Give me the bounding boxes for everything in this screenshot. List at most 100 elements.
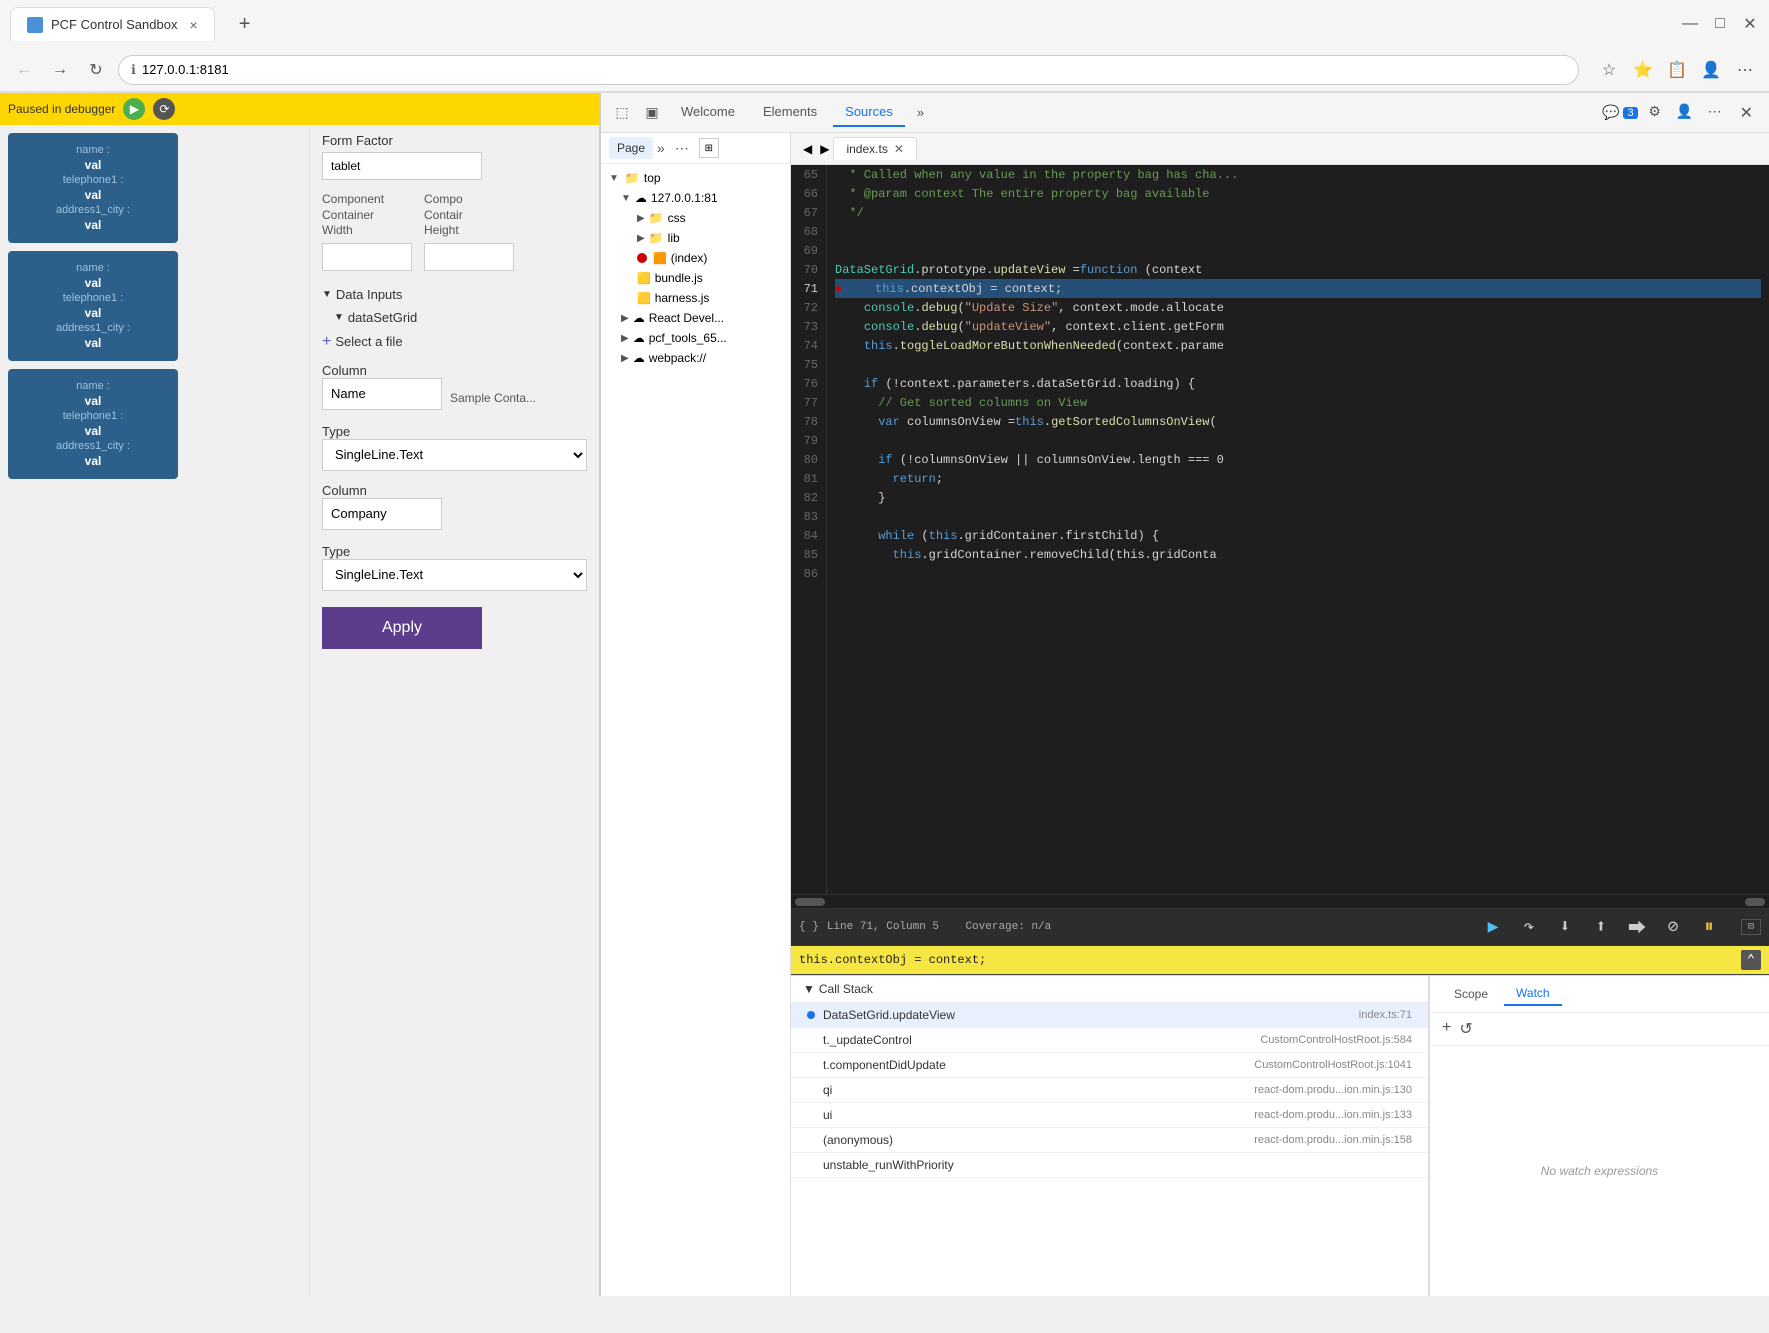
- step-out-button[interactable]: ⬆: [1589, 915, 1613, 939]
- tree-more-button[interactable]: »: [657, 140, 665, 156]
- favorites-button[interactable]: ☆: [1595, 56, 1623, 84]
- stack-item-2[interactable]: t.componentDidUpdate CustomControlHostRo…: [791, 1053, 1428, 1078]
- drawer-button[interactable]: ⊟: [1741, 919, 1761, 935]
- horizontal-scrollbar[interactable]: [791, 894, 1769, 908]
- code-line-78: var columnsOnView = this . getSortedColu…: [835, 412, 1761, 431]
- more-tabs-button[interactable]: »: [909, 99, 932, 126]
- close-tab-button[interactable]: ✕: [894, 142, 904, 156]
- code-lines-area: 65 66 67 68 69 70 71 72 73 74 75 76: [791, 165, 1769, 894]
- container-width-input[interactable]: [322, 243, 412, 271]
- select-file-label: Select a file: [335, 334, 402, 349]
- tree-item-react[interactable]: ▶ ☁ React Devel...: [601, 308, 790, 328]
- back-button[interactable]: ←: [10, 56, 38, 84]
- breakpoint-71: ●: [835, 282, 842, 296]
- stack-item-5[interactable]: (anonymous) react-dom.produ...ion.min.js…: [791, 1128, 1428, 1153]
- inspector-button[interactable]: ⬚: [609, 100, 635, 126]
- close-window-button[interactable]: ✕: [1741, 15, 1759, 33]
- apply-button[interactable]: Apply: [322, 607, 482, 649]
- elements-tab[interactable]: Elements: [751, 98, 829, 127]
- close-devtools-button[interactable]: ✕: [1732, 99, 1761, 127]
- ln-65: 65: [795, 165, 822, 184]
- column-input-1[interactable]: [322, 378, 442, 410]
- tree-item-harness[interactable]: 🟨 harness.js: [601, 288, 790, 308]
- tab-close-button[interactable]: ×: [189, 17, 197, 33]
- page-tab[interactable]: Page: [609, 137, 653, 159]
- blue-card-1: name : val telephone1 : val address1_cit…: [8, 133, 178, 243]
- forward-button[interactable]: →: [46, 56, 74, 84]
- card2-name-label: name :: [76, 262, 110, 274]
- profile-button[interactable]: 👤: [1697, 56, 1725, 84]
- collections-button[interactable]: 📋: [1663, 56, 1691, 84]
- debug-play-button[interactable]: ▶: [123, 98, 145, 120]
- tree-item-bundle[interactable]: 🟨 bundle.js: [601, 268, 790, 288]
- deactivate-button[interactable]: ⊘: [1661, 915, 1685, 939]
- ln-86: 86: [795, 564, 822, 583]
- tree-item-pcf[interactable]: ▶ ☁ pcf_tools_65...: [601, 328, 790, 348]
- new-tab-button[interactable]: +: [231, 10, 259, 38]
- pause-button[interactable]: ⏸: [1697, 915, 1721, 939]
- card2-phone-label: telephone1 :: [63, 292, 124, 304]
- data-inputs-section[interactable]: ▼ Data Inputs: [322, 283, 587, 306]
- tree-item-lib[interactable]: ▶ 📁 lib: [601, 228, 790, 248]
- card2-address-val: val: [85, 336, 102, 350]
- welcome-tab[interactable]: Welcome: [669, 98, 747, 127]
- reload-button[interactable]: ↻: [82, 56, 110, 84]
- stack-item-3[interactable]: qi react-dom.produ...ion.min.js:130: [791, 1078, 1428, 1103]
- card3-phone-label: telephone1 :: [63, 410, 124, 422]
- type-select-2[interactable]: SingleLine.Text: [322, 559, 587, 591]
- favorites-list-button[interactable]: ⭐: [1629, 56, 1657, 84]
- column-input-2[interactable]: [322, 498, 442, 530]
- ln-75: 75: [795, 355, 822, 374]
- watch-tab[interactable]: Watch: [1504, 982, 1562, 1006]
- scope-tab[interactable]: Scope: [1442, 983, 1500, 1005]
- tree-new-button[interactable]: ⋯: [669, 138, 695, 159]
- ln-69: 69: [795, 241, 822, 260]
- container-height-input[interactable]: [424, 243, 514, 271]
- tree-forward-button[interactable]: ▶: [816, 140, 833, 158]
- code-line-70: DataSetGrid .prototype. updateView = fun…: [835, 260, 1761, 279]
- refresh-watch-button[interactable]: ↺: [1459, 1019, 1472, 1039]
- stack-item-1[interactable]: t._updateControl CustomControlHostRoot.j…: [791, 1028, 1428, 1053]
- sources-tab[interactable]: Sources: [833, 98, 905, 127]
- notification-button[interactable]: 💬 3: [1602, 99, 1638, 127]
- tree-layout-button[interactable]: ⊞: [699, 138, 719, 158]
- ln-71: 71: [795, 279, 822, 298]
- code-line-65: * Called when any value in the property …: [835, 165, 1761, 184]
- form-factor-input[interactable]: [322, 152, 482, 180]
- debug-refresh-button[interactable]: ⟳: [153, 98, 175, 120]
- ln-77: 77: [795, 393, 822, 412]
- more-options-button[interactable]: ⋯: [1702, 99, 1728, 125]
- step-through-button[interactable]: ⮕: [1625, 915, 1649, 939]
- settings-button-devtools[interactable]: ⚙: [1642, 99, 1668, 125]
- call-stack-header[interactable]: ▼ Call Stack: [791, 976, 1428, 1003]
- tree-item-top[interactable]: ▼ 📁 top: [601, 168, 790, 188]
- maximize-button[interactable]: □: [1711, 15, 1729, 33]
- tree-item-css[interactable]: ▶ 📁 css: [601, 208, 790, 228]
- step-over-button[interactable]: ↷: [1517, 915, 1541, 939]
- user-settings-button[interactable]: 👤: [1672, 99, 1698, 125]
- index-ts-tab[interactable]: index.ts ✕: [833, 137, 916, 160]
- expression-more-button[interactable]: ⌃: [1741, 950, 1761, 970]
- add-watch-button[interactable]: +: [1442, 1019, 1451, 1039]
- stack-item-0[interactable]: DataSetGrid.updateView index.ts:71: [791, 1003, 1428, 1028]
- stack-item-6[interactable]: unstable_runWithPriority: [791, 1153, 1428, 1178]
- address-input[interactable]: ℹ 127.0.0.1:8181: [118, 55, 1579, 85]
- select-file-row[interactable]: + Select a file: [322, 329, 587, 355]
- tree-item-index[interactable]: 🟧 (index): [601, 248, 790, 268]
- type-label-1: Type: [322, 424, 587, 439]
- type-select-1[interactable]: SingleLine.Text: [322, 439, 587, 471]
- browser-tab[interactable]: PCF Control Sandbox ×: [10, 7, 215, 41]
- tree-item-webpack[interactable]: ▶ ☁ webpack://: [601, 348, 790, 368]
- step-into-button[interactable]: ⬇: [1553, 915, 1577, 939]
- dataset-grid-section[interactable]: ▼ dataSetGrid: [322, 306, 587, 329]
- device-toolbar-button[interactable]: ▣: [639, 100, 665, 126]
- debug-buttons: ▶ ↷ ⬇ ⬆ ⮕ ⊘ ⏸: [1481, 915, 1721, 939]
- tree-item-host[interactable]: ▼ ☁ 127.0.0.1:81: [601, 188, 790, 208]
- minimize-button[interactable]: —: [1681, 15, 1699, 33]
- tree-back-button[interactable]: ◀: [799, 140, 816, 158]
- resume-button[interactable]: ▶: [1481, 915, 1505, 939]
- settings-button[interactable]: ⋯: [1731, 56, 1759, 84]
- braces-button[interactable]: { }: [799, 921, 819, 933]
- stack-item-4[interactable]: ui react-dom.produ...ion.min.js:133: [791, 1103, 1428, 1128]
- folder-icon-css: 📁: [649, 211, 664, 225]
